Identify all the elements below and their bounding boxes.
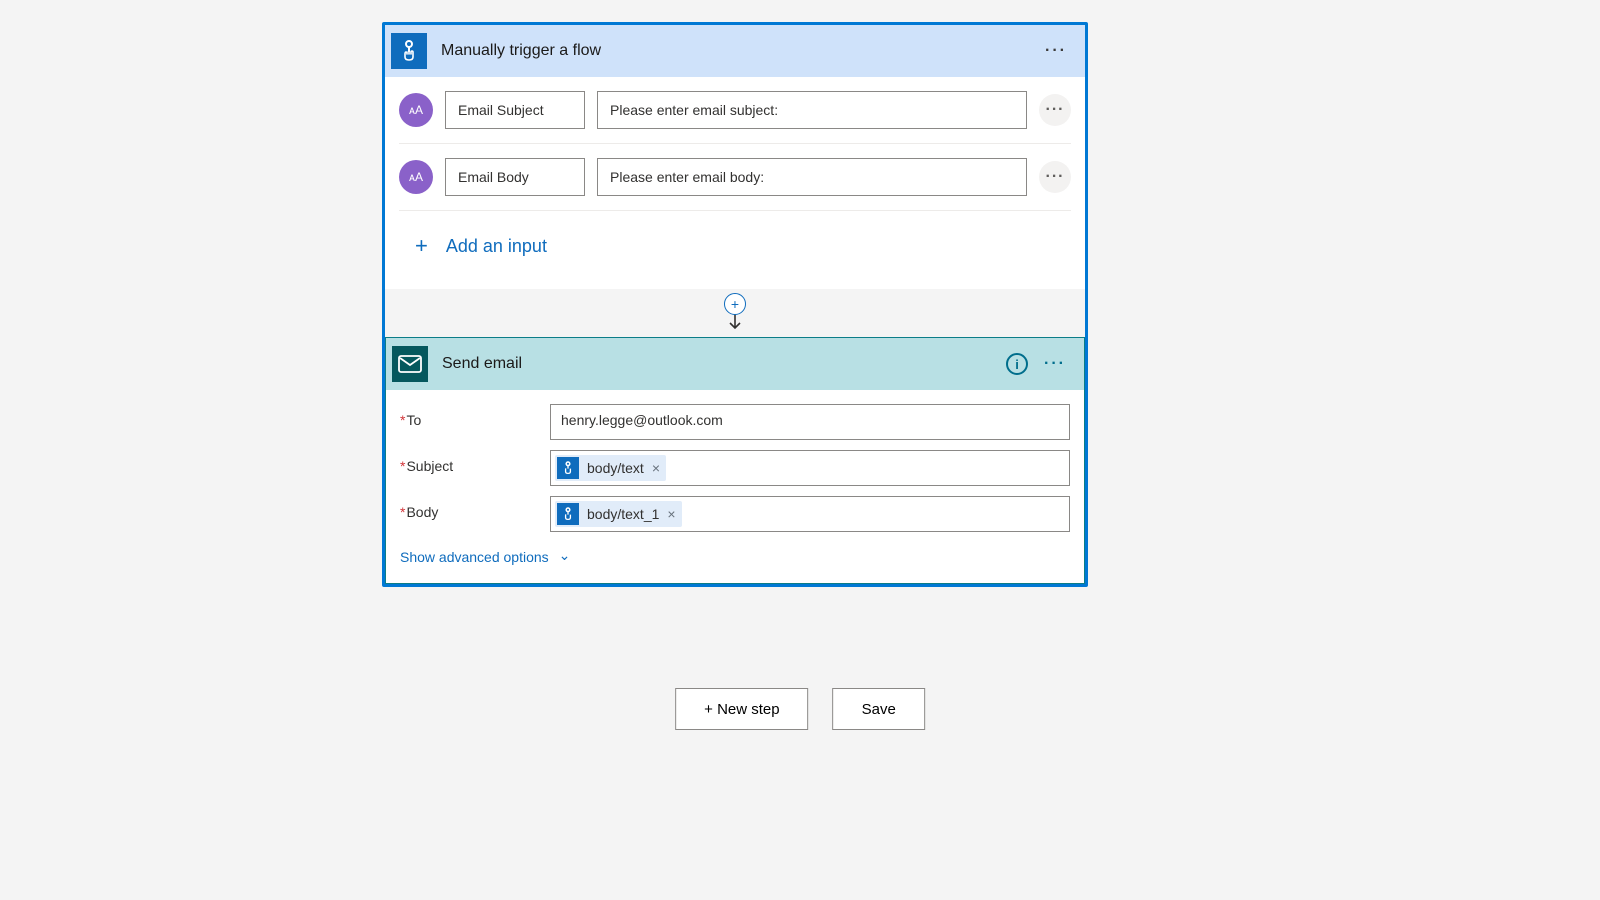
body-label: Body — [400, 496, 540, 520]
add-input-label: Add an input — [446, 236, 547, 257]
trigger-input-row: ᴀA Email Body Please enter email body: ·… — [399, 144, 1071, 211]
insert-step-button[interactable]: + — [724, 293, 746, 315]
info-icon[interactable]: i — [1006, 353, 1028, 375]
action-card: Send email i ··· To henry.legge@outlook.… — [385, 337, 1085, 584]
trigger-header[interactable]: Manually trigger a flow ··· — [385, 25, 1085, 77]
token-label: body/text — [587, 460, 644, 476]
input-more-icon[interactable]: ··· — [1039, 94, 1071, 126]
to-input[interactable]: henry.legge@outlook.com — [550, 404, 1070, 440]
to-label: To — [400, 404, 540, 428]
plus-icon: + — [415, 233, 428, 259]
subject-input[interactable]: body/text × — [550, 450, 1070, 486]
remove-token-icon[interactable]: × — [652, 460, 660, 476]
input-name-field[interactable]: Email Body — [445, 158, 585, 196]
add-input-button[interactable]: + Add an input — [399, 211, 1071, 285]
mail-icon — [392, 346, 428, 382]
trigger-card: Manually trigger a flow ··· ᴀA Email Sub… — [385, 25, 1085, 289]
input-more-icon[interactable]: ··· — [1039, 161, 1071, 193]
action-header[interactable]: Send email i ··· — [386, 338, 1084, 390]
save-button[interactable]: Save — [833, 688, 925, 730]
text-type-icon: ᴀA — [399, 93, 433, 127]
trigger-title: Manually trigger a flow — [441, 42, 1041, 60]
token-label: body/text_1 — [587, 506, 659, 522]
remove-token-icon[interactable]: × — [667, 506, 675, 522]
action-more-icon[interactable]: ··· — [1040, 355, 1070, 373]
connector: + — [385, 289, 1085, 337]
manual-trigger-icon — [557, 503, 579, 525]
show-advanced-toggle[interactable]: Show advanced options ⌄ — [400, 548, 1070, 565]
trigger-input-row: ᴀA Email Subject Please enter email subj… — [399, 77, 1071, 144]
text-type-icon: ᴀA — [399, 160, 433, 194]
dynamic-token[interactable]: body/text_1 × — [555, 501, 682, 527]
arrow-down-icon — [728, 313, 742, 333]
advanced-label: Show advanced options — [400, 549, 549, 565]
chevron-down-icon: ⌄ — [559, 547, 571, 564]
manual-trigger-icon — [391, 33, 427, 69]
new-step-button[interactable]: + New step — [675, 688, 808, 730]
subject-label: Subject — [400, 450, 540, 474]
body-input[interactable]: body/text_1 × — [550, 496, 1070, 532]
dynamic-token[interactable]: body/text × — [555, 455, 666, 481]
action-title: Send email — [442, 355, 1006, 373]
manual-trigger-icon — [557, 457, 579, 479]
trigger-more-icon[interactable]: ··· — [1041, 42, 1071, 60]
input-prompt-field[interactable]: Please enter email subject: — [597, 91, 1027, 129]
input-prompt-field[interactable]: Please enter email body: — [597, 158, 1027, 196]
input-name-field[interactable]: Email Subject — [445, 91, 585, 129]
